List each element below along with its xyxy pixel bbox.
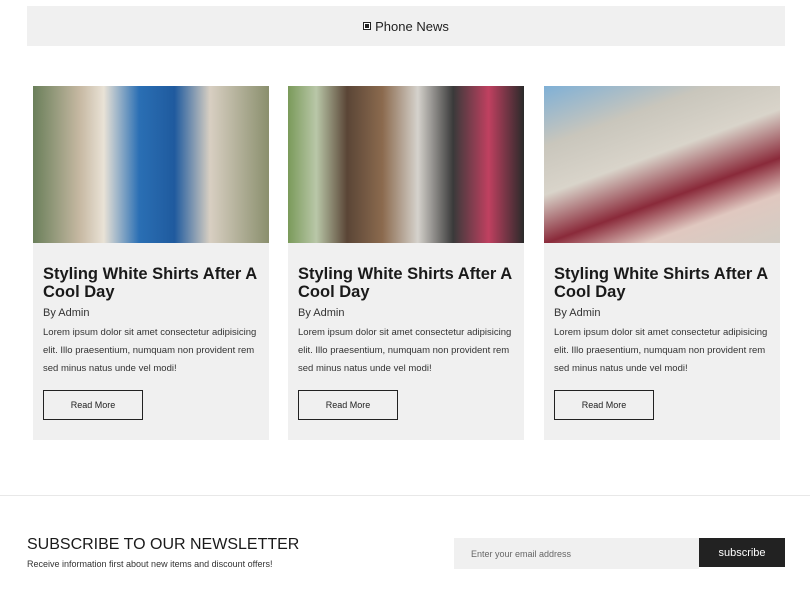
- post-image[interactable]: [33, 86, 269, 243]
- post-author: By Admin: [43, 307, 90, 319]
- post-image[interactable]: [288, 86, 524, 243]
- read-more-button[interactable]: Read More: [298, 390, 398, 420]
- category-title: Phone News: [375, 18, 449, 34]
- post-author: By Admin: [298, 307, 345, 319]
- divider: [0, 495, 810, 496]
- post-title[interactable]: Styling White Shirts After A Cool Day: [298, 265, 514, 301]
- post-excerpt: Lorem ipsum dolor sit amet consectetur a…: [298, 327, 512, 374]
- post-excerpt: Lorem ipsum dolor sit amet consectetur a…: [554, 327, 768, 374]
- read-more-button[interactable]: Read More: [554, 390, 654, 420]
- email-input[interactable]: [454, 538, 699, 569]
- read-more-button[interactable]: Read More: [43, 390, 143, 420]
- newsletter-title: SUBSCRIBE TO OUR NEWSLETTER: [27, 536, 300, 553]
- post-card: Styling White Shirts After A Cool Day By…: [33, 86, 269, 440]
- newsletter-subtitle: Receive information first about new item…: [27, 559, 273, 569]
- post-card: Styling White Shirts After A Cool Day By…: [288, 86, 524, 440]
- subscribe-button[interactable]: subscribe: [699, 538, 785, 567]
- post-image[interactable]: [544, 86, 780, 243]
- category-header: Phone News: [27, 6, 785, 46]
- post-author: By Admin: [554, 307, 601, 319]
- post-card: Styling White Shirts After A Cool Day By…: [544, 86, 780, 440]
- post-title[interactable]: Styling White Shirts After A Cool Day: [43, 265, 259, 301]
- square-icon: [363, 22, 372, 30]
- post-excerpt: Lorem ipsum dolor sit amet consectetur a…: [43, 327, 257, 374]
- post-title[interactable]: Styling White Shirts After A Cool Day: [554, 265, 770, 301]
